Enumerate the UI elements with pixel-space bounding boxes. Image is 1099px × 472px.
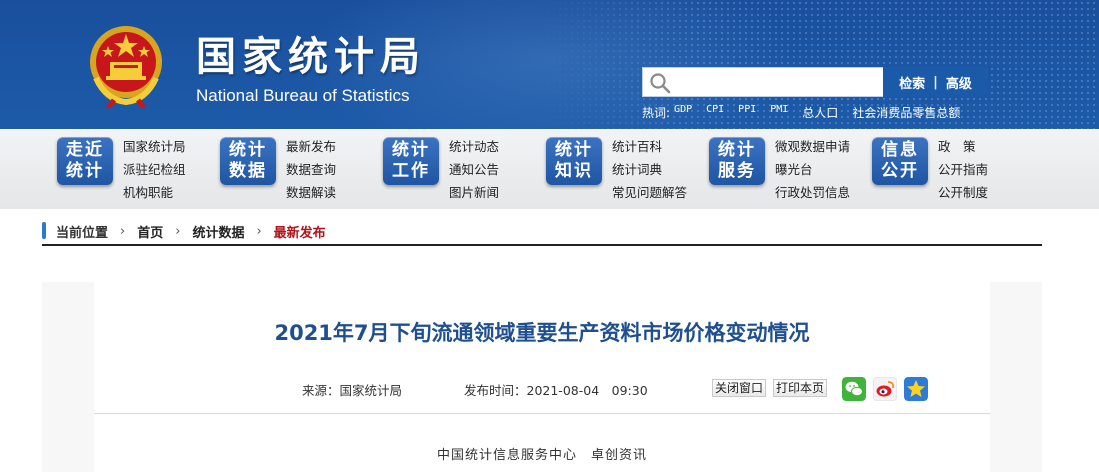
nav-link[interactable]: 通知公告 <box>449 160 499 179</box>
breadcrumb-statistics-data[interactable]: 统计数据 <box>192 222 244 241</box>
hotword-link[interactable]: 社会消费品零售总额 <box>852 104 960 121</box>
advanced-search-button[interactable]: 高级 <box>946 73 972 92</box>
nav-link[interactable]: 行政处罚信息 <box>775 183 850 202</box>
chevron-right-icon: › <box>175 224 181 239</box>
breadcrumb-current[interactable]: 最新发布 <box>274 222 326 241</box>
print-page-button[interactable]: 打印本页 <box>773 379 828 397</box>
nav-link[interactable]: 数据查询 <box>286 160 336 179</box>
hotwords-label: 热词: <box>642 106 671 120</box>
article-source-line: 中国统计信息服务中心 卓创资讯 <box>436 448 647 463</box>
search-icon <box>650 73 671 94</box>
national-emblem-icon[interactable] <box>86 22 166 108</box>
nav-link[interactable]: 统计词典 <box>612 160 687 179</box>
weibo-share-icon[interactable] <box>873 377 897 401</box>
nav-link[interactable]: 图片新闻 <box>449 183 499 202</box>
article-source: 来源：国家统计局 <box>302 383 403 398</box>
article-title: 2021年7月下旬流通领域重要生产资料市场价格变动情况 <box>274 321 810 345</box>
site-header: 国家统计局 National Bureau of Statistics 检索 |… <box>0 0 1099 129</box>
breadcrumb-marker <box>42 222 46 239</box>
search-input[interactable] <box>675 71 880 93</box>
breadcrumb: 当前位置 › 首页 › 统计数据 › 最新发布 <box>42 218 1042 246</box>
nav-link[interactable]: 统计动态 <box>449 137 499 156</box>
breadcrumb-label: 当前位置 <box>56 226 109 241</box>
nav-link[interactable]: 统计百科 <box>612 137 687 156</box>
nav-link[interactable]: 国家统计局 <box>123 137 186 156</box>
nav-link[interactable]: 常见问题解答 <box>612 183 687 202</box>
nav-link[interactable]: 公开指南 <box>938 160 988 179</box>
nav-badge-knowledge[interactable]: 统计 知识 <box>546 137 602 185</box>
hotword-link[interactable]: CPI <box>706 104 724 121</box>
nav-link[interactable]: 机构职能 <box>123 183 186 202</box>
site-title-en: National Bureau of Statistics <box>196 86 410 105</box>
main-nav: 走近 统计 国家统计局 派驻纪检组 机构职能 统计 数据 最新发布 数据查询 数据解… <box>0 129 1099 209</box>
hotword-link[interactable]: PMI <box>770 104 788 121</box>
nav-link[interactable]: 派驻纪检组 <box>123 160 186 179</box>
nav-badge-service[interactable]: 统计 服务 <box>709 137 765 185</box>
article-divider <box>94 413 990 414</box>
search-button[interactable]: 检索 <box>899 73 925 92</box>
chevron-right-icon: › <box>120 224 126 239</box>
nav-link[interactable]: 数据解读 <box>286 183 336 202</box>
search-box: 检索 | 高级 <box>642 67 988 97</box>
search-buttons: 检索 | 高级 <box>883 67 988 97</box>
wechat-share-icon[interactable] <box>842 377 866 401</box>
nav-badge-disclosure[interactable]: 信息 公开 <box>872 137 928 185</box>
nav-link[interactable]: 曝光台 <box>775 160 850 179</box>
chevron-right-icon: › <box>256 224 262 239</box>
search-button-divider: | <box>933 74 938 90</box>
hotword-link[interactable]: PPI <box>738 104 756 121</box>
nav-link[interactable]: 最新发布 <box>286 137 336 156</box>
nav-link[interactable]: 微观数据申请 <box>775 137 850 156</box>
nav-link[interactable]: 公开制度 <box>938 183 988 202</box>
hotwords-bar: 热词: GDP CPI PPI PMI 总人口 社会消费品零售总额 <box>642 104 960 121</box>
hotword-link[interactable]: 总人口 <box>802 104 838 121</box>
site-title-cn: 国家统计局 <box>196 34 426 80</box>
breadcrumb-home[interactable]: 首页 <box>137 222 163 241</box>
favorite-star-icon[interactable] <box>904 377 928 401</box>
article-publish-time: 发布时间：2021-08-04 09:30 <box>464 383 648 398</box>
nav-badge-about[interactable]: 走近 统计 <box>57 137 113 185</box>
article-body: 2021年7月下旬流通领域重要生产资料市场价格变动情况 来源：国家统计局 发布时… <box>94 282 990 472</box>
article-meta: 来源：国家统计局 发布时间：2021-08-04 09:30 关闭窗口 打印本页 <box>94 377 990 401</box>
close-window-button[interactable]: 关闭窗口 <box>712 379 767 397</box>
nav-badge-data[interactable]: 统计 数据 <box>220 137 276 185</box>
hotword-link[interactable]: GDP <box>674 104 692 121</box>
nav-link[interactable]: 政 策 <box>938 137 988 156</box>
article-container: 2021年7月下旬流通领域重要生产资料市场价格变动情况 来源：国家统计局 发布时… <box>42 282 1042 472</box>
nav-badge-work[interactable]: 统计 工作 <box>383 137 439 185</box>
